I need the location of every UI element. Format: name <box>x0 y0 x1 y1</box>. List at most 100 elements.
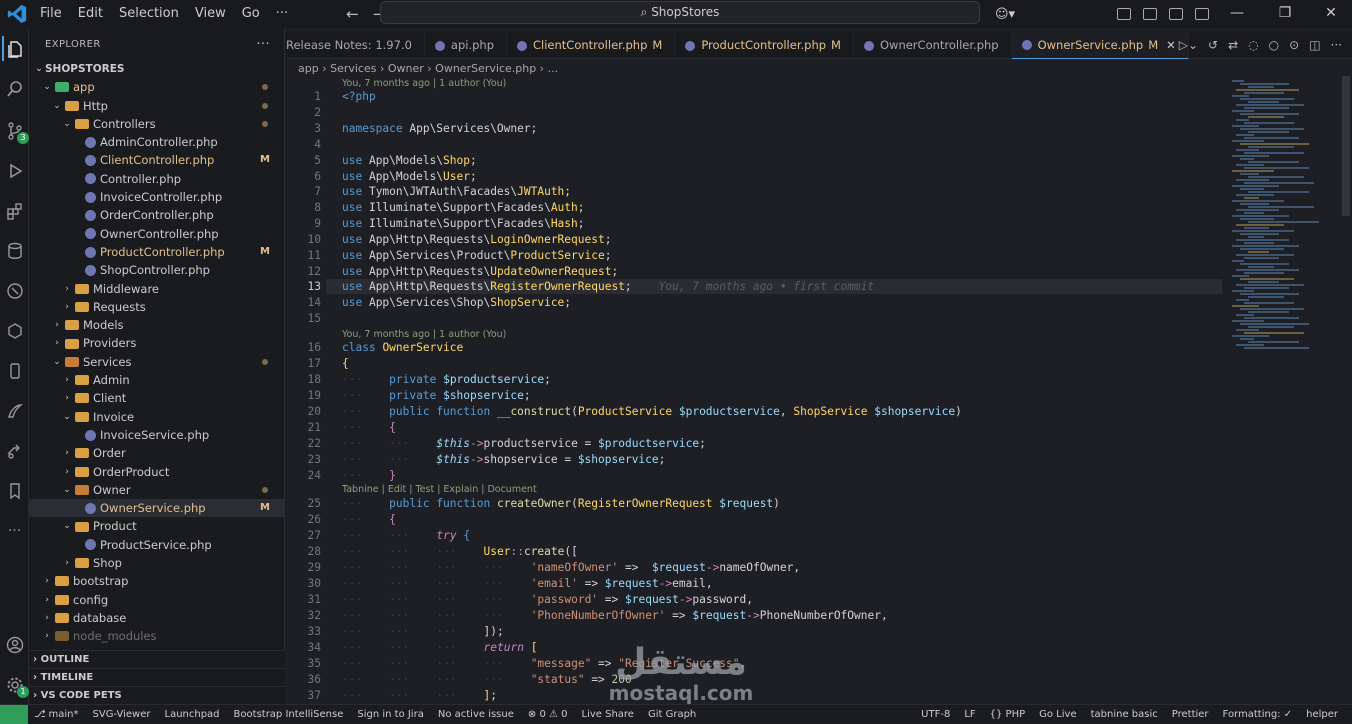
menu-go[interactable]: Go <box>234 0 268 28</box>
compare-icon[interactable]: ⇄ <box>1228 38 1238 52</box>
run-icon[interactable]: ▷⌄ <box>1179 38 1198 52</box>
tree-folder[interactable]: › Middleware <box>29 280 284 298</box>
tree-file[interactable]: ProductService.php <box>29 536 284 554</box>
account-icon[interactable] <box>2 632 27 657</box>
docker-icon[interactable] <box>2 318 27 343</box>
close-icon[interactable]: ✕ <box>1308 0 1352 28</box>
status-branch[interactable]: main* <box>49 709 79 720</box>
status-jira-signin[interactable]: Sign in to Jira <box>357 709 423 720</box>
source-control-icon[interactable]: 3 <box>2 118 29 144</box>
status-helper[interactable]: helper <box>1306 709 1338 720</box>
menu-view[interactable]: View <box>187 0 234 28</box>
status-git-graph[interactable]: Git Graph <box>648 709 696 720</box>
tree-file[interactable]: ShopController.php <box>29 261 284 279</box>
status-formatting[interactable]: Formatting: ✓ <box>1223 709 1293 720</box>
editor-scrollbar[interactable] <box>1342 76 1350 216</box>
command-center-search[interactable]: ⌕ ShopStores <box>380 1 980 24</box>
extensions-icon[interactable] <box>2 198 27 223</box>
tree-file[interactable]: AdminController.php <box>29 133 284 151</box>
editor-tab[interactable]: Release Notes: 1.97.0 <box>286 32 425 59</box>
tree-folder[interactable]: › config <box>29 591 284 609</box>
tree-folder[interactable]: › bootstrap <box>29 572 284 590</box>
vscode-pets-section[interactable]: › VS CODE PETS <box>29 686 285 704</box>
tree-file[interactable]: OwnerService.php M <box>29 499 284 518</box>
tree-folder[interactable]: › Models <box>29 316 284 334</box>
toggle-sidebar-icon[interactable] <box>1143 8 1158 20</box>
editor-tab[interactable]: ProductController.php M <box>675 32 854 59</box>
manage-gear-icon[interactable]: 1 <box>2 672 29 698</box>
codelens-tabnine[interactable]: Tabnine | Edit | Test | Explain | Docume… <box>342 484 537 495</box>
status-go-live[interactable]: Go Live <box>1039 709 1076 720</box>
tree-folder[interactable]: › database <box>29 609 284 627</box>
menu-file[interactable]: File <box>32 0 70 28</box>
editor-more-icon[interactable]: ··· <box>1331 38 1342 52</box>
status-tabnine[interactable]: tabnine basic <box>1091 709 1158 720</box>
status-encoding[interactable]: UTF-8 <box>921 709 950 720</box>
explorer-icon[interactable] <box>2 36 27 61</box>
tree-folder[interactable]: › OrderProduct <box>29 463 284 481</box>
search-icon[interactable] <box>2 76 27 101</box>
next-change-icon[interactable]: ○ <box>1269 38 1279 52</box>
tree-folder[interactable]: ⌄ Services <box>29 353 284 371</box>
restore-icon[interactable]: ❐ <box>1262 0 1308 28</box>
status-problems[interactable]: ⊗ 0 ⚠ 0 <box>528 709 568 720</box>
tree-file[interactable]: OrderController.php <box>29 206 284 224</box>
workspace-root[interactable]: ⌄ SHOPSTORES <box>29 60 284 78</box>
tree-file[interactable]: InvoiceController.php <box>29 188 284 206</box>
tree-file[interactable]: ProductController.php M <box>29 243 284 261</box>
tree-folder[interactable]: ⌄ app <box>29 78 284 96</box>
editor-tab[interactable]: api.php <box>425 32 508 59</box>
outline-section[interactable]: › OUTLINE <box>29 650 285 668</box>
status-jira-issue[interactable]: No active issue <box>438 709 514 720</box>
tree-folder[interactable]: ⌄ Controllers <box>29 115 284 133</box>
remote-indicator[interactable] <box>0 704 28 724</box>
copilot-icon[interactable]: ☺▾ <box>995 7 1015 22</box>
menu-more[interactable]: ··· <box>268 0 296 28</box>
remote-explorer-icon[interactable] <box>2 278 27 303</box>
timeline-section[interactable]: › TIMELINE <box>29 668 285 686</box>
status-launchpad[interactable]: Launchpad <box>165 709 220 720</box>
tree-folder[interactable]: › Requests <box>29 298 284 316</box>
more-actions-icon[interactable]: ⊙ <box>1289 38 1299 52</box>
database-icon[interactable] <box>2 238 27 263</box>
tree-folder[interactable]: ⌄ Http <box>29 97 284 115</box>
tree-folder[interactable]: ⌄ Owner <box>29 481 284 499</box>
explorer-more-icon[interactable]: ··· <box>256 37 270 52</box>
tree-folder[interactable]: ⌄ Invoice <box>29 408 284 426</box>
editor-tab[interactable]: ClientController.php M <box>507 32 676 59</box>
tree-folder[interactable]: ⌄ Product <box>29 517 284 535</box>
status-prettier[interactable]: Prettier <box>1172 709 1209 720</box>
status-svg-viewer[interactable]: SVG-Viewer <box>93 709 151 720</box>
tree-folder[interactable]: › Providers <box>29 334 284 352</box>
tree-file[interactable]: OwnerController.php <box>29 225 284 243</box>
editor-tab[interactable]: OwnerService.php M ✕ <box>1011 32 1189 59</box>
tree-folder[interactable]: › node_modules <box>29 627 284 645</box>
minimap[interactable] <box>1228 76 1338 376</box>
tree-file[interactable]: Controller.php <box>29 170 284 188</box>
device-icon[interactable] <box>2 358 27 383</box>
code-editor[interactable]: You, 7 months ago | 1 author (You) You, … <box>286 76 1226 703</box>
status-bootstrap[interactable]: Bootstrap IntelliSense <box>234 709 344 720</box>
menu-edit[interactable]: Edit <box>70 0 111 28</box>
tree-folder[interactable]: › Client <box>29 389 284 407</box>
history-icon[interactable]: ↺ <box>1208 38 1218 52</box>
menu-selection[interactable]: Selection <box>111 0 187 28</box>
close-tab-icon[interactable]: ✕ <box>1166 32 1176 59</box>
status-eol[interactable]: LF <box>964 709 975 720</box>
back-arrow-icon[interactable]: ← <box>346 5 359 23</box>
editor-tab[interactable]: OwnerController.php <box>854 32 1012 59</box>
live-share-icon[interactable] <box>2 438 27 463</box>
tree-folder[interactable]: › Order <box>29 444 284 462</box>
tree-folder[interactable]: › Shop <box>29 554 284 572</box>
toggle-secondary-sidebar-icon[interactable] <box>1195 8 1210 20</box>
prev-change-icon[interactable]: ◌ <box>1248 38 1258 52</box>
status-live-share[interactable]: Live Share <box>582 709 634 720</box>
tree-folder[interactable]: › Admin <box>29 371 284 389</box>
codelens-author[interactable]: You, 7 months ago | 1 author (You) <box>342 78 506 89</box>
codelens-author[interactable]: You, 7 months ago | 1 author (You) <box>342 329 506 340</box>
toggle-panel-icon[interactable] <box>1169 8 1184 20</box>
tree-file[interactable]: ClientController.php M <box>29 151 284 169</box>
layout-customize-icon[interactable] <box>1117 8 1132 20</box>
status-language[interactable]: {} PHP <box>990 709 1025 720</box>
breadcrumb[interactable]: app › Services › Owner › OwnerService.ph… <box>298 60 558 77</box>
